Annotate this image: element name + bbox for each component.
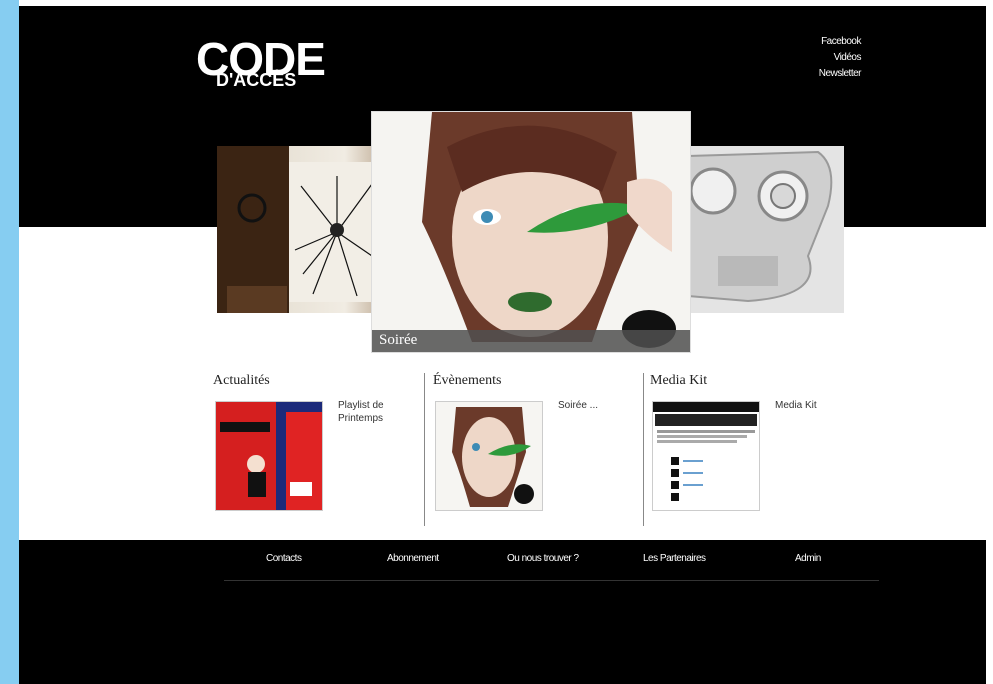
footer-link-partenaires[interactable]: Les Partenaires (643, 553, 706, 564)
site-logo[interactable]: CODE D'ACCÈS (196, 34, 346, 94)
footer-link-admin[interactable]: Admin (795, 553, 821, 564)
thumbnail-media-kit[interactable] (652, 401, 760, 511)
section-title-actualites: Actualités (213, 373, 270, 388)
top-links: Facebook Vidéos Newsletter (819, 34, 862, 82)
site-footer: Contacts Abonnement Ou nous trouver ? Le… (19, 540, 986, 684)
caption-evenements[interactable]: Soirée ... (558, 399, 628, 412)
section-divider (424, 373, 425, 526)
footer-divider (224, 580, 879, 581)
carousel-slide-left[interactable] (217, 146, 377, 313)
caption-media-kit[interactable]: Media Kit (775, 399, 845, 412)
footer-link-ou-nous-trouver[interactable]: Ou nous trouver ? (507, 553, 579, 564)
videos-link[interactable]: Vidéos (819, 50, 862, 66)
newsletter-link[interactable]: Newsletter (819, 66, 862, 82)
footer-nav: Contacts Abonnement Ou nous trouver ? Le… (224, 553, 879, 575)
slide-right-image (688, 146, 844, 313)
slide-caption-text: Soirée (379, 332, 418, 348)
slide-caption-bar: Soirée (372, 330, 690, 352)
section-actualites: Actualités Playlist de Printemps (213, 373, 413, 528)
footer-link-contacts[interactable]: Contacts (266, 553, 302, 564)
caption-actualites[interactable]: Playlist de Printemps (338, 399, 408, 425)
section-evenements: Évènements Soirée ... (433, 373, 633, 528)
thumbnail-media-kit-image (653, 402, 759, 510)
thumbnail-evenements[interactable] (435, 401, 543, 511)
left-accent-bar (0, 0, 19, 684)
section-media-kit: Media Kit Media Kit (650, 373, 850, 528)
right-margin (986, 0, 993, 684)
carousel-slide-main[interactable]: Soirée (372, 112, 690, 352)
section-divider (643, 373, 644, 526)
carousel-slide-right[interactable] (688, 146, 844, 313)
thumbnail-evenements-image (436, 402, 542, 510)
section-title-evenements: Évènements (433, 373, 502, 388)
footer-link-abonnement[interactable]: Abonnement (387, 553, 439, 564)
logo-word-acces: D'ACCÈS (216, 70, 297, 90)
slide-left-image (217, 146, 377, 313)
content-sections: Actualités Playlist de Printemps Évèneme… (213, 373, 863, 528)
section-title-media-kit: Media Kit (650, 373, 708, 388)
thumbnail-actualites-image (216, 402, 322, 510)
thumbnail-actualites[interactable] (215, 401, 323, 511)
facebook-link[interactable]: Facebook (819, 34, 861, 50)
